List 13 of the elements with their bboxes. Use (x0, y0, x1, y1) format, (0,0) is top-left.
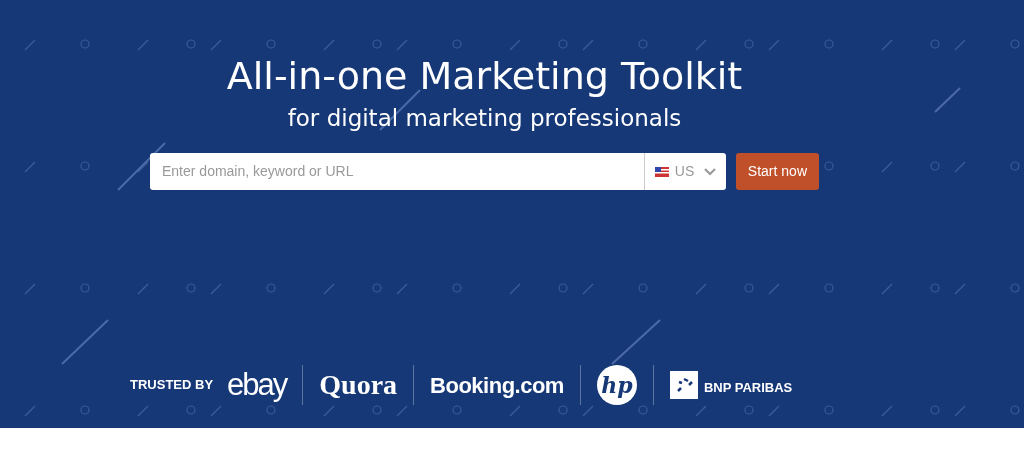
trusted-by-label: TRUSTED BY (130, 376, 214, 395)
flag-icon (654, 167, 669, 177)
chevron-down-icon (703, 168, 716, 176)
hero-title: All-in-one Marketing Toolkit (225, 54, 744, 100)
search-field[interactable]: Enter domain, keyword or URL (150, 153, 644, 191)
hero-subtitle: for digital marketing professionals (286, 103, 683, 133)
brand-logo: BNP PARIBAS (703, 378, 793, 397)
brand-logo: Booking.com (430, 371, 564, 400)
brand-logo: ebay (227, 365, 287, 404)
brand-logo: Quora (319, 368, 398, 402)
start-button[interactable]: Start now (735, 153, 819, 191)
brand-logo: hp (596, 365, 637, 405)
country-dropdown[interactable]: US (643, 153, 726, 191)
